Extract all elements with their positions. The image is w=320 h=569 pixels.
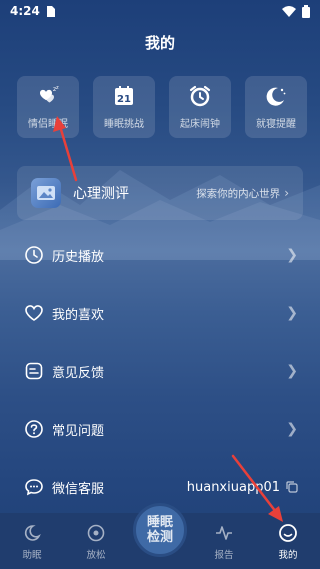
menu-item-history[interactable]: 历史播放 ❯ [24, 226, 298, 284]
psych-test-card[interactable]: 心理测评 探索你的内心世界 › [17, 166, 303, 220]
psych-thumbnail-icon [31, 178, 61, 208]
tab-report[interactable]: 报告 [192, 523, 256, 561]
wechat-id[interactable]: huanxiuapp01 [187, 480, 298, 495]
feature-sleep-challenge[interactable]: 21 睡眠挑战 [93, 76, 155, 138]
battery-icon [302, 4, 310, 18]
tab-label: 报告 [214, 550, 234, 561]
chevron-right-icon: › [284, 186, 289, 200]
tab-label: 助眠 [22, 550, 42, 561]
feature-label: 情侣睡眠 [28, 119, 68, 130]
feature-row: z z 情侣睡眠 21 睡眠挑战 起床闹钟 就寝提醒 [17, 76, 307, 138]
menu-item-feedback[interactable]: 意见反馈 ❯ [24, 342, 298, 400]
chevron-right-icon: ❯ [286, 247, 298, 263]
moon-icon [24, 525, 41, 541]
menu-label: 意见反馈 [52, 365, 105, 381]
tab-label: 我的 [278, 550, 298, 561]
sleep-detect-line2: 检测 [146, 530, 173, 545]
smile-icon [279, 524, 297, 542]
feature-label: 就寝提醒 [256, 119, 296, 130]
sim-card-icon [46, 5, 55, 17]
feature-bedtime-reminder[interactable]: 就寝提醒 [245, 76, 307, 138]
copy-icon[interactable] [286, 481, 298, 493]
menu-label: 常见问题 [52, 423, 105, 439]
tab-sleep-aid[interactable]: 助眠 [0, 523, 64, 561]
psych-title: 心理测评 [73, 186, 129, 202]
calendar-21-icon: 21 [115, 86, 133, 105]
pulse-icon [216, 526, 232, 540]
menu-list: 历史播放 ❯ 我的喜欢 ❯ 意见反馈 ❯ 常见问题 ❯ 微信客服 huanxiu… [24, 226, 298, 516]
menu-item-favorites[interactable]: 我的喜欢 ❯ [24, 284, 298, 342]
hearts-zz-icon: z z [40, 85, 59, 103]
wechat-id-text: huanxiuapp01 [186, 479, 280, 495]
wechat-service-icon [25, 479, 43, 496]
psych-subtitle: 探索你的内心世界 [196, 187, 281, 200]
svg-text:z: z [56, 85, 59, 91]
status-bar: 4:24 [0, 0, 320, 22]
status-time: 4:24 [10, 4, 40, 18]
calendar-number: 21 [117, 94, 131, 105]
clock-icon [25, 246, 43, 264]
menu-label: 微信客服 [52, 481, 105, 497]
page-title: 我的 [144, 34, 175, 52]
chevron-right-icon: ❯ [286, 363, 298, 379]
menu-label: 我的喜欢 [52, 307, 105, 323]
tab-label: 放松 [86, 550, 106, 561]
sleep-detect-line1: 睡眠 [146, 515, 173, 530]
feature-label: 睡眠挑战 [104, 119, 144, 130]
feature-label: 起床闹钟 [180, 119, 220, 130]
menu-item-faq[interactable]: 常见问题 ❯ [24, 400, 298, 458]
tab-mine[interactable]: 我的 [256, 523, 320, 561]
chevron-right-icon: ❯ [286, 421, 298, 437]
heart-icon [25, 305, 43, 321]
wifi-icon [282, 5, 296, 17]
disc-icon [87, 524, 105, 542]
menu-label: 历史播放 [52, 249, 105, 265]
feature-couple-sleep[interactable]: z z 情侣睡眠 [17, 76, 79, 138]
tab-relax[interactable]: 放松 [64, 523, 128, 561]
feature-alarm[interactable]: 起床闹钟 [169, 76, 231, 138]
alarm-clock-icon [189, 85, 211, 107]
moon-stars-icon [266, 87, 286, 106]
chevron-right-icon: ❯ [286, 305, 298, 321]
sleep-detect-button[interactable]: 睡眠 检测 [133, 503, 187, 557]
feedback-icon [25, 362, 43, 380]
question-icon [25, 420, 43, 438]
